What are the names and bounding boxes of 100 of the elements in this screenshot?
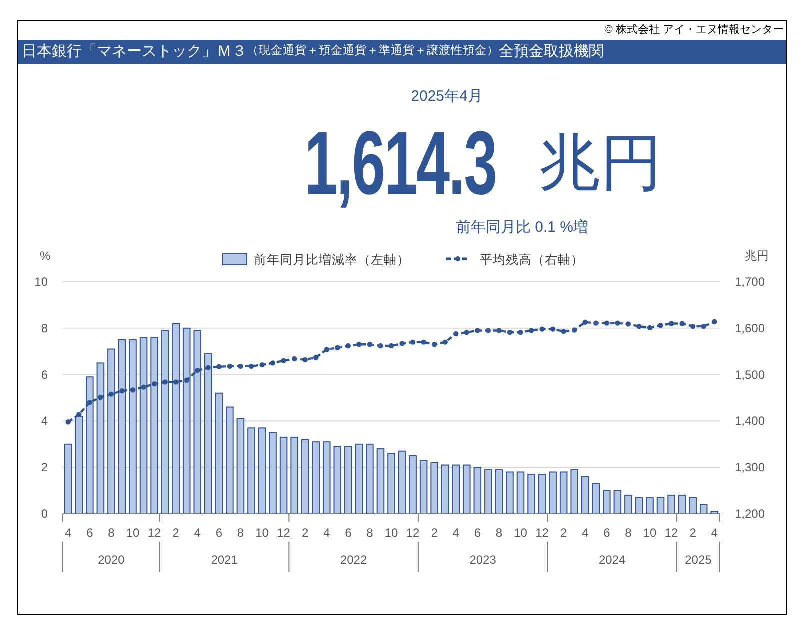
- axis-tick-label: 4: [41, 414, 48, 428]
- legend-label: 前年同月比増減率（左軸）: [254, 253, 410, 267]
- data-point: [356, 342, 362, 348]
- title-text: 全預金取扱機関: [499, 42, 604, 62]
- axis-tick-label: 2: [560, 526, 568, 540]
- axis-tick-label: 1,300: [735, 460, 766, 475]
- year-label: 2025: [685, 553, 712, 567]
- axis-tick-label: 4: [194, 526, 201, 540]
- bar: [355, 444, 364, 514]
- bar: [398, 450, 406, 514]
- year-label: 2022: [340, 553, 368, 567]
- data-point: [604, 320, 610, 326]
- bar: [452, 464, 460, 514]
- axis-tick-label: 6: [345, 526, 352, 540]
- bar: [463, 464, 471, 514]
- data-point: [454, 331, 459, 337]
- bar: [516, 472, 525, 514]
- data-point: [302, 357, 308, 363]
- bar: [700, 504, 708, 514]
- bar: [668, 494, 676, 514]
- axis-tick-label: 10: [514, 526, 528, 540]
- data-point: [486, 328, 492, 334]
- bar: [603, 490, 611, 514]
- bar: [592, 483, 600, 514]
- title-text: 日本銀行「マネーストック」Ｍ３: [22, 42, 247, 62]
- data-point: [238, 364, 244, 370]
- bar: [614, 490, 622, 514]
- year-label: 2023: [470, 553, 496, 567]
- axis-tick-label: 10: [126, 526, 140, 540]
- bar: [549, 472, 557, 514]
- data-point: [636, 324, 642, 330]
- axis-tick-label: 10: [256, 526, 269, 540]
- axis-tick-label: 1,700: [735, 275, 766, 289]
- data-point: [152, 381, 158, 387]
- axis-tick-label: 2: [690, 526, 696, 540]
- bar: [689, 497, 697, 514]
- data-point: [668, 321, 674, 326]
- data-point: [550, 326, 556, 332]
- data-point: [76, 412, 82, 418]
- data-point: [108, 392, 114, 397]
- axis-tick-label: 4: [65, 526, 72, 540]
- data-point: [206, 365, 211, 370]
- data-point: [528, 328, 534, 334]
- data-point: [367, 342, 373, 348]
- copyright-text: © 株式会社 アイ・エヌ情報センター: [604, 23, 784, 38]
- data-point: [378, 343, 384, 349]
- bar: [430, 462, 438, 514]
- axis-unit-label: %: [40, 249, 51, 263]
- axis-tick-label: 6: [41, 368, 48, 382]
- data-point: [227, 364, 233, 370]
- data-point: [174, 380, 179, 385]
- data-point: [388, 343, 394, 349]
- data-point: [324, 347, 330, 352]
- bar: [656, 497, 665, 514]
- bar: [484, 469, 492, 514]
- data-point: [260, 362, 265, 368]
- data-point: [582, 320, 588, 325]
- data-point: [572, 328, 578, 333]
- data-point: [626, 322, 632, 327]
- bar: [710, 511, 719, 514]
- data-point: [496, 328, 502, 334]
- data-point: [658, 323, 664, 328]
- axis-tick-label: 2: [302, 526, 309, 540]
- year-label: 2024: [598, 553, 626, 567]
- data-point: [141, 384, 146, 390]
- bar: [528, 474, 536, 514]
- data-point: [701, 324, 706, 330]
- change-text: 前年同月比 0.1 %増: [456, 218, 589, 238]
- bar: [420, 460, 428, 514]
- data-point: [314, 355, 319, 360]
- data-point: [98, 394, 104, 400]
- bar: [624, 494, 632, 514]
- data-point: [248, 364, 254, 370]
- axis-tick-label: 12: [148, 526, 162, 540]
- data-point: [712, 319, 718, 324]
- data-point: [540, 326, 545, 332]
- axis-tick-label: 12: [664, 526, 678, 540]
- bar: [646, 497, 654, 514]
- bar: [366, 444, 374, 514]
- data-point: [432, 342, 438, 348]
- data-point: [518, 330, 524, 336]
- axis-tick-label: 8: [41, 321, 48, 336]
- data-point: [507, 330, 513, 336]
- data-point: [216, 364, 222, 370]
- data-point: [281, 358, 286, 364]
- axis-tick-label: 12: [406, 526, 420, 540]
- bar: [474, 467, 482, 514]
- bar: [388, 453, 396, 514]
- axis-tick-label: 8: [237, 526, 244, 540]
- data-point: [561, 329, 566, 334]
- axis-tick-label: 2: [431, 526, 438, 540]
- axis-tick-label: 4: [452, 526, 460, 540]
- data-point: [442, 340, 448, 345]
- data-point: [615, 320, 620, 326]
- data-point: [464, 330, 470, 336]
- legend-label: 平均残高（右軸）: [480, 253, 584, 267]
- data-point: [400, 341, 405, 346]
- year-label: 2020: [98, 553, 125, 567]
- bar: [376, 448, 385, 514]
- bar: [409, 456, 417, 514]
